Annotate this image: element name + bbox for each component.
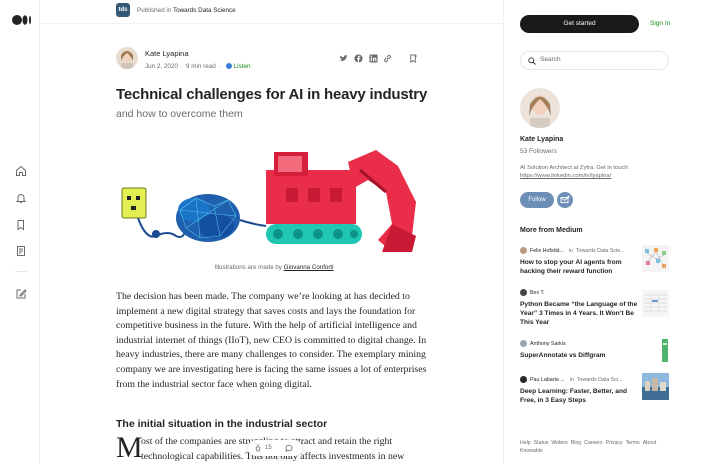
story-thumbnail[interactable]	[642, 337, 669, 364]
write-icon[interactable]	[15, 288, 27, 300]
image-caption: Illustrations are made by Giovanna Confo…	[116, 264, 432, 271]
footer-link-help[interactable]: Help	[520, 440, 531, 446]
floating-action-bar: 15	[248, 440, 302, 456]
author-name[interactable]: Kate Lyapina	[145, 49, 189, 58]
left-nav-rail	[0, 0, 40, 464]
footer-link-privacy[interactable]: Privacy	[606, 440, 623, 446]
bookmark-add-icon[interactable]	[409, 54, 418, 63]
footer-link-blog[interactable]: Blog	[571, 440, 581, 446]
story-author-avatar	[520, 376, 527, 383]
story-thumbnail[interactable]	[642, 373, 669, 400]
read-time: 9 min read	[186, 63, 216, 70]
publish-date: Jun 2, 2020	[145, 63, 178, 70]
story-title[interactable]: Deep Learning: Faster, Better, and Free,…	[520, 387, 638, 405]
footer-link-terms[interactable]: Terms	[626, 440, 640, 446]
bell-icon[interactable]	[15, 192, 27, 204]
hero-illustration	[121, 150, 416, 252]
section-heading: The initial situation in the industrial …	[116, 418, 328, 430]
clap-icon[interactable]	[254, 444, 262, 452]
footer-link-status[interactable]: Status	[534, 440, 549, 446]
comment-icon[interactable]	[285, 444, 293, 452]
publication-link[interactable]: Towards Data Science	[173, 7, 236, 14]
medium-logo-icon[interactable]	[12, 15, 32, 25]
linkedin-icon[interactable]	[369, 54, 378, 63]
story-thumbnail[interactable]	[642, 245, 669, 272]
story-thumbnail[interactable]	[642, 290, 669, 317]
copy-link-icon[interactable]	[383, 54, 392, 63]
article-subtitle: and how to overcome them	[116, 108, 243, 120]
author-avatar[interactable]	[116, 47, 138, 69]
article-title: Technical challenges for AI in heavy ind…	[116, 86, 428, 103]
rail-divider	[15, 271, 27, 272]
clap-count: 15	[265, 445, 272, 451]
listen-button[interactable]: Listen	[234, 63, 251, 70]
recommended-story[interactable]: Felix Hofstät... in Towards Data Scie...…	[520, 246, 638, 276]
publication-line: Published in Towards Data Science	[137, 7, 236, 14]
recommended-story[interactable]: Bex T. Python Became “the Language of th…	[520, 288, 638, 327]
story-in: in	[569, 376, 574, 383]
search-icon	[528, 57, 536, 65]
story-author[interactable]: Pau Labarta ...	[530, 377, 565, 383]
facebook-icon[interactable]	[354, 54, 363, 63]
right-sidebar: Get started Sign In Kate Lyapina 53 Foll…	[503, 0, 709, 464]
publication-logo[interactable]: tds	[116, 3, 130, 17]
story-author[interactable]: Felix Hofstät...	[530, 248, 564, 254]
stories-icon[interactable]	[15, 245, 27, 257]
bookmarks-icon[interactable]	[15, 219, 27, 231]
story-publication[interactable]: Towards Data Scie...	[576, 248, 625, 254]
caption-text: Illustrations are made by	[214, 264, 282, 271]
bio-link[interactable]: https://www.linkedin.com/in/lyapina/	[520, 173, 611, 179]
story-author[interactable]: Anthony Sarkis	[530, 341, 566, 347]
footer-link-careers[interactable]: Careers	[584, 440, 602, 446]
story-meta: Felix Hofstät... in Towards Data Scie...	[520, 246, 638, 255]
search-box[interactable]	[520, 51, 669, 70]
drop-cap: M	[116, 431, 143, 464]
story-publication[interactable]: Towards Data Sci...	[577, 377, 623, 383]
author-bio: AI Solution Architect at Zyfra. Get in t…	[520, 164, 670, 180]
story-author-avatar	[520, 247, 527, 254]
story-meta: Anthony Sarkis	[520, 339, 638, 348]
story-title[interactable]: SuperAnnotate vs Diffgram	[520, 351, 638, 360]
story-title[interactable]: How to stop your AI agents from hacking …	[520, 258, 638, 276]
story-author-avatar	[520, 340, 527, 347]
story-meta: Bex T.	[520, 288, 638, 297]
story-author[interactable]: Bex T.	[530, 290, 545, 296]
get-started-button[interactable]: Get started	[520, 15, 639, 33]
caption-author-link[interactable]: Giovanna Conforti	[284, 264, 334, 271]
story-title[interactable]: Python Became “the Language of the Year”…	[520, 300, 638, 327]
sidebar-author-name[interactable]: Kate Lyapina	[520, 136, 563, 143]
sign-in-link[interactable]: Sign In	[650, 20, 670, 27]
recommended-story[interactable]: Anthony Sarkis SuperAnnotate vs Diffgram	[520, 339, 638, 360]
mail-plus-icon	[560, 195, 570, 203]
subscribe-button[interactable]	[557, 192, 573, 208]
footer-link-writers[interactable]: Writers	[551, 440, 567, 446]
recommended-story[interactable]: Pau Labarta ... in Towards Data Sci... D…	[520, 375, 638, 405]
story-in: in	[568, 247, 573, 254]
story-meta: Pau Labarta ... in Towards Data Sci...	[520, 375, 638, 384]
article-meta: Jun 2, 2020 · 9 min read · Listen	[145, 63, 251, 70]
paragraph-intro: The decision has been made. The company …	[116, 291, 427, 390]
footer-links: Help Status Writers Blog Careers Privacy Terms…	[520, 439, 670, 455]
followers-count[interactable]: 53 Followers	[520, 148, 557, 155]
footer-link-knowable[interactable]: Knowable	[520, 448, 543, 454]
play-icon[interactable]	[225, 63, 232, 69]
home-icon[interactable]	[15, 165, 27, 177]
follow-button[interactable]: Follow	[520, 192, 554, 208]
published-in-label: Published in	[137, 7, 172, 14]
story-author-avatar	[520, 289, 527, 296]
footer-link-about[interactable]: About	[643, 440, 657, 446]
twitter-icon[interactable]	[339, 54, 348, 63]
sidebar-author-avatar[interactable]	[520, 88, 560, 128]
more-from-medium-heading: More from Medium	[520, 227, 583, 234]
search-input[interactable]	[540, 56, 660, 63]
publication-bar: tds Published in Towards Data Science	[40, 0, 503, 24]
bio-text: AI Solution Architect at Zyfra. Get in t…	[520, 165, 630, 171]
